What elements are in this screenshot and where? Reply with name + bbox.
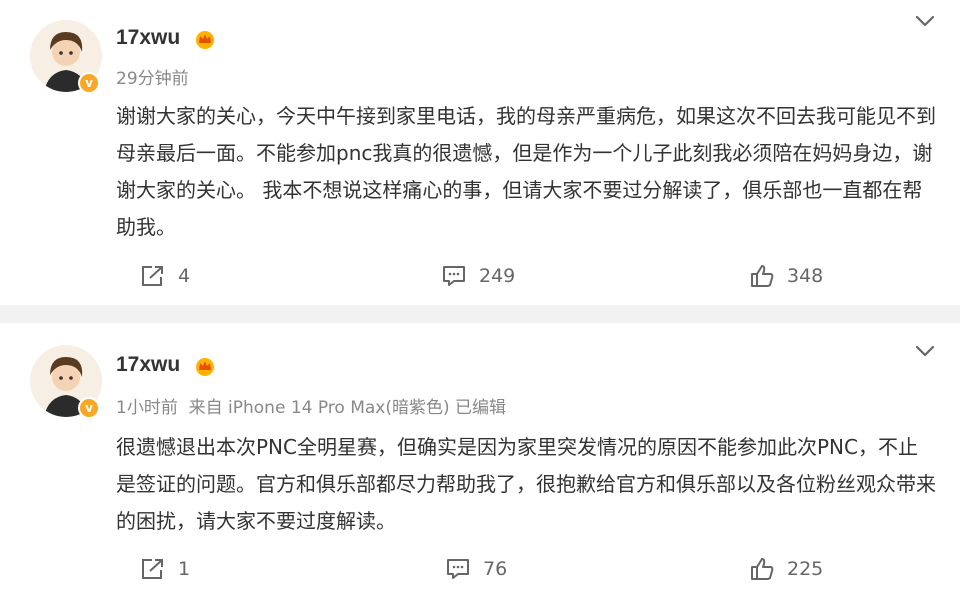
post-content: 很遗憾退出本次PNC全明星赛，但确实是因为家里突发情况的原因不能参加此次PNC，… — [116, 435, 936, 533]
comment-button[interactable]: 76 — [445, 554, 507, 584]
like-icon — [751, 558, 774, 580]
chevron-down-icon[interactable] — [914, 344, 936, 358]
verified-badge-icon: v — [78, 397, 100, 419]
crown-icon — [196, 31, 214, 49]
repost-button[interactable]: 1 — [140, 554, 190, 584]
like-icon — [751, 265, 774, 287]
crown-icon — [196, 358, 214, 376]
like-count: 225 — [787, 558, 824, 580]
post-timestamp: 29分钟前 — [116, 69, 189, 89]
comment-count: 249 — [479, 265, 516, 287]
username[interactable]: 17xwu — [116, 26, 180, 50]
weibo-post-1: v 17xwu 29分钟前 谢谢大家的关心，今天中午接到家里电话，我的母亲严重病… — [0, 0, 960, 305]
like-button[interactable]: 348 — [749, 261, 823, 291]
weibo-post-2: v 17xwu 1小时前 来自 iPhone 14 Pro Max(暗紫色) 已… — [0, 323, 960, 598]
comment-button[interactable]: 249 — [441, 261, 515, 291]
repost-button[interactable]: 4 — [140, 261, 190, 291]
repost-count: 4 — [178, 265, 191, 287]
post-meta: 1小时前 来自 iPhone 14 Pro Max(暗紫色) 已编辑 — [116, 398, 507, 418]
comment-count: 76 — [483, 558, 508, 580]
verified-badge-icon: v — [78, 72, 100, 94]
repost-icon — [142, 559, 163, 579]
chevron-down-icon[interactable] — [914, 14, 936, 28]
username[interactable]: 17xwu — [116, 353, 180, 377]
like-button[interactable]: 225 — [749, 554, 823, 584]
repost-icon — [142, 266, 163, 286]
post-content: 谢谢大家的关心，今天中午接到家里电话，我的母亲严重病危，如果这次不回去我可能见不… — [116, 104, 936, 239]
like-count: 348 — [787, 265, 824, 287]
repost-count: 1 — [178, 558, 191, 580]
comment-icon — [447, 559, 469, 579]
comment-icon — [443, 266, 465, 286]
